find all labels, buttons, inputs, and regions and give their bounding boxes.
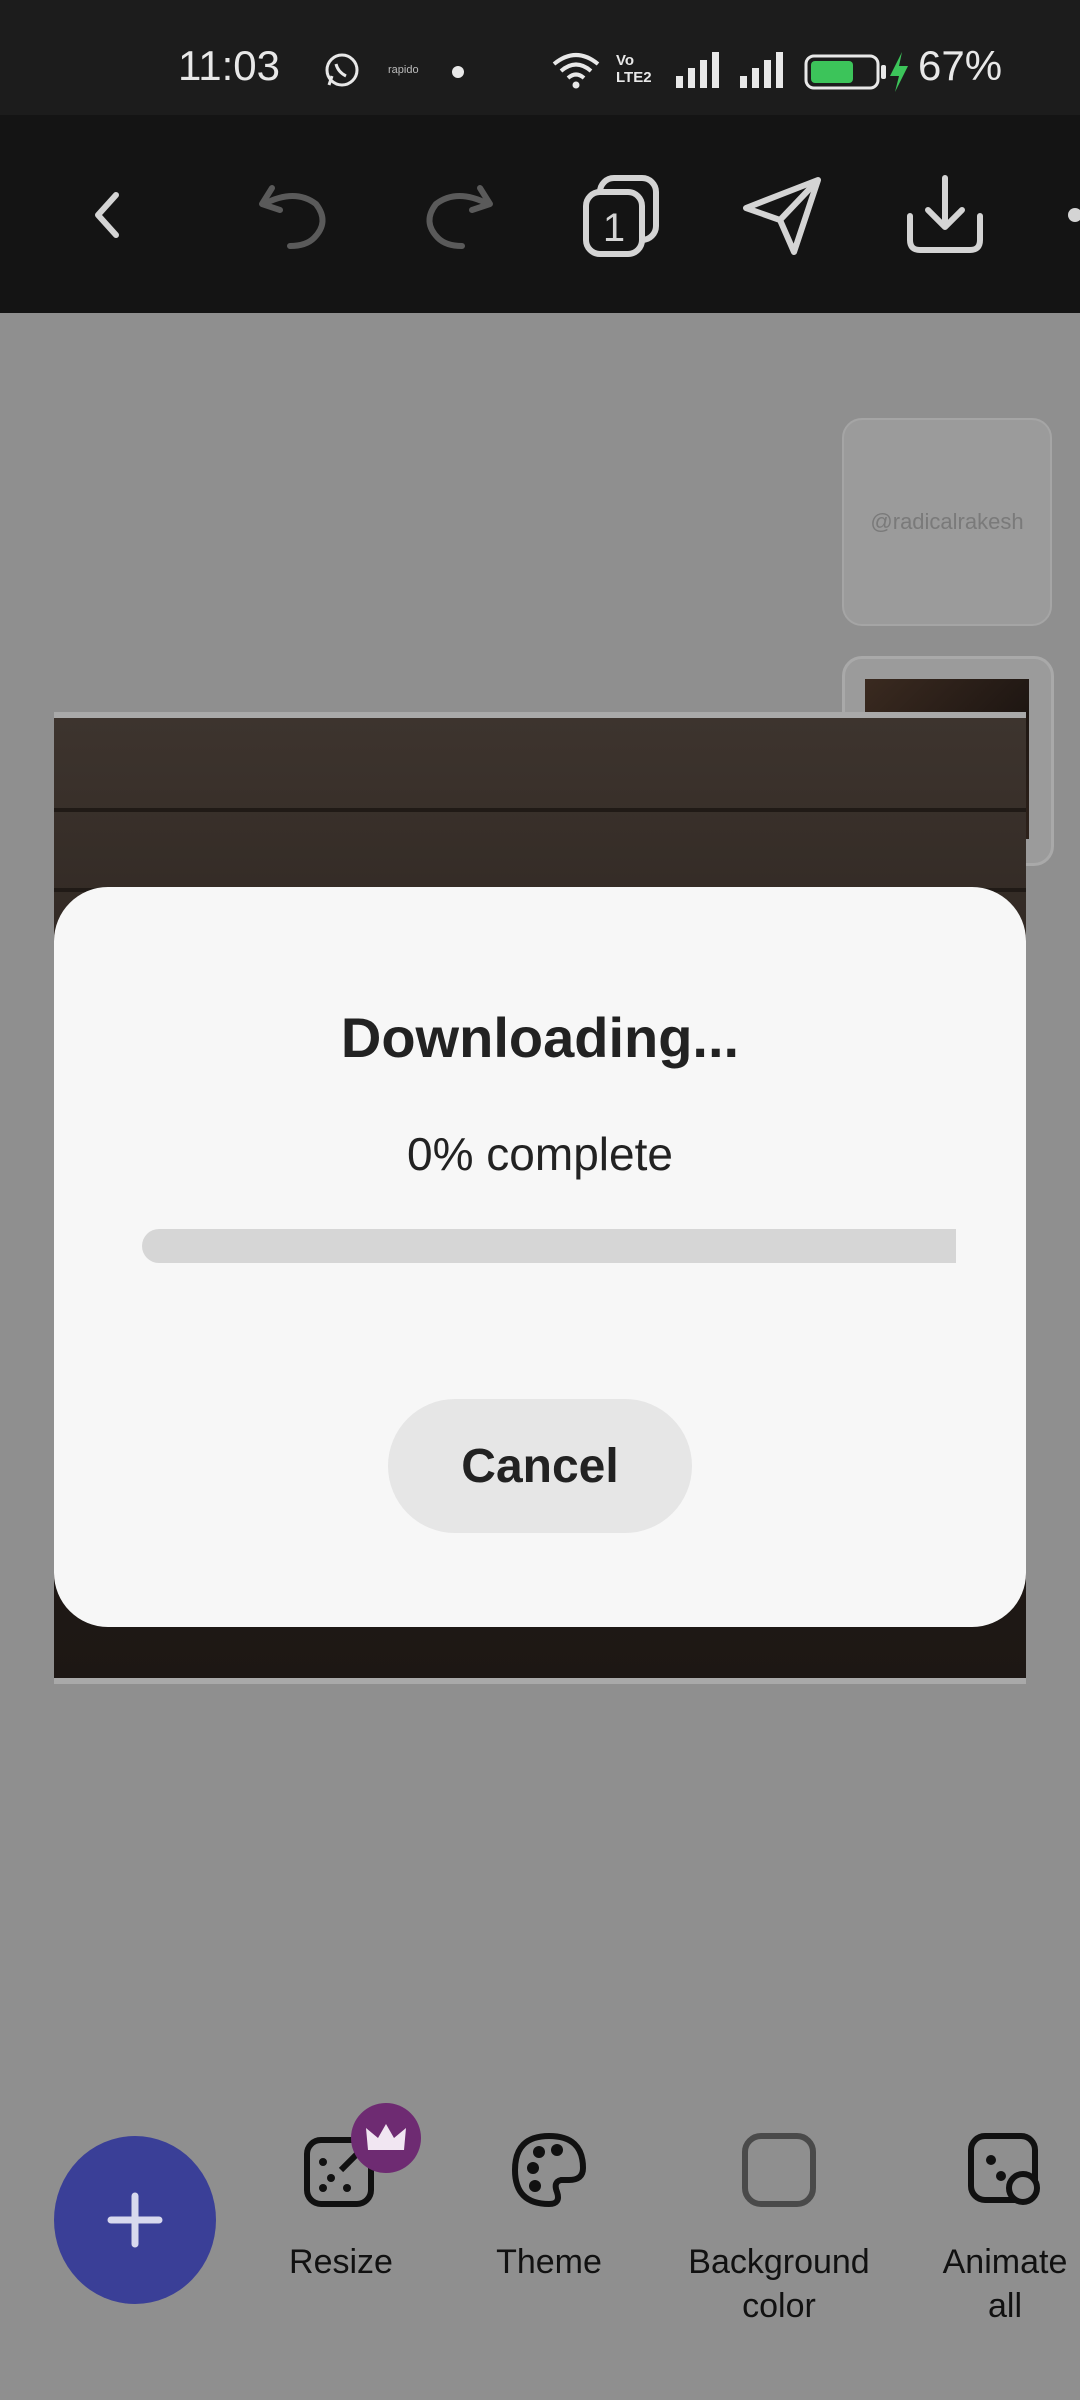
download-percent-text: 0% complete <box>407 1128 673 1180</box>
editor-toolbar: 1 <box>0 115 1080 313</box>
more-notifications-dot <box>452 66 464 78</box>
download-progress-bar <box>142 1229 956 1263</box>
palette-icon <box>511 2132 587 2208</box>
color-square-icon <box>742 2133 816 2207</box>
rapido-notification-icon: rapido <box>388 64 419 76</box>
more-options-icon[interactable] <box>1068 208 1080 222</box>
plus-icon <box>107 2192 163 2248</box>
theme-label: Theme <box>496 2243 602 2281</box>
wifi-icon <box>552 53 600 89</box>
resize-label: Resize <box>289 2243 393 2281</box>
share-icon <box>743 177 821 255</box>
dialog-title: Downloading... <box>340 1006 740 1069</box>
battery-icon <box>804 54 886 90</box>
signal-icon-2 <box>740 52 783 88</box>
charging-bolt-icon <box>890 52 908 92</box>
back-button[interactable] <box>62 170 152 260</box>
page-thumbnail-1[interactable]: @radicalrakesh <box>842 418 1052 626</box>
thumbnail-watermark-text: @radicalrakesh <box>870 509 1024 534</box>
animate-all-label-line2: all <box>987 2287 1023 2325</box>
premium-crown-icon <box>351 2103 421 2173</box>
cancel-button[interactable]: Cancel <box>388 1399 692 1533</box>
redo-button[interactable] <box>412 170 502 260</box>
volte-indicator: Vo LTE2 <box>616 52 652 86</box>
animate-all-label-line1: Animate <box>942 2243 1068 2281</box>
background-color-label-line1: Background <box>688 2243 870 2281</box>
share-button[interactable] <box>738 170 828 260</box>
theme-tool[interactable]: Theme <box>484 2130 614 2284</box>
pages-button[interactable]: 1 <box>576 170 666 260</box>
signal-icon <box>676 52 719 88</box>
whatsapp-icon <box>325 53 359 87</box>
undo-icon <box>259 185 326 249</box>
animate-icon <box>968 2133 1040 2205</box>
undo-button[interactable] <box>250 170 340 260</box>
status-time: 11:03 <box>178 42 280 89</box>
download-progress-dialog: Downloading... 0% complete Cancel <box>54 887 1026 1627</box>
background-color-tool[interactable]: Background color <box>676 2130 882 2328</box>
download-icon <box>907 175 983 253</box>
page-count: 1 <box>603 206 625 250</box>
pages-icon: 1 <box>583 175 659 257</box>
redo-icon <box>426 185 493 249</box>
add-element-button[interactable] <box>54 2136 216 2304</box>
download-button[interactable] <box>900 170 990 260</box>
battery-percent: 67% <box>918 42 1003 89</box>
background-color-label-line2: color <box>742 2287 816 2325</box>
animate-all-tool[interactable]: Animate all <box>930 2130 1080 2328</box>
back-icon <box>95 192 119 238</box>
status-bar: 11:03 rapido Vo LTE2 67% <box>0 0 1080 115</box>
